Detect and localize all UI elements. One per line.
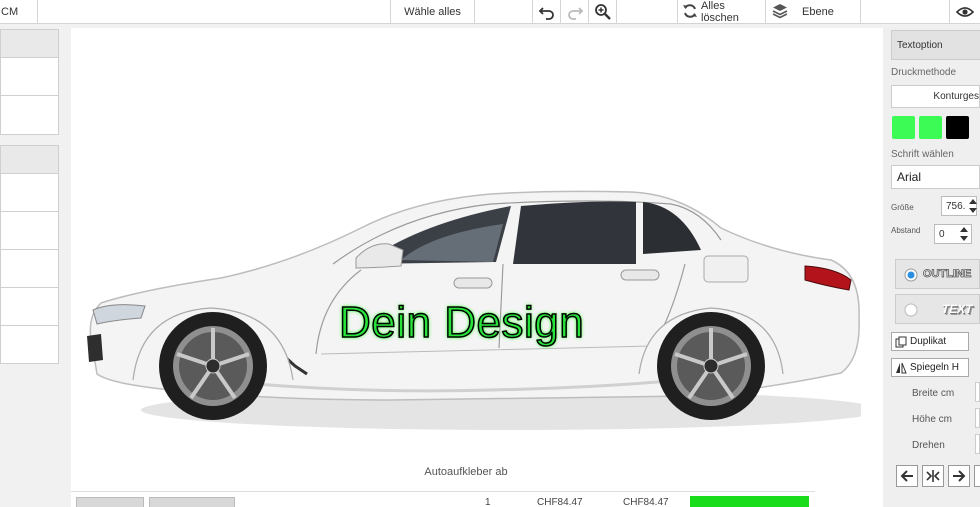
canvas-caption: Autoaufkleber ab: [424, 466, 508, 478]
spacing-value: 0: [939, 228, 945, 240]
stepper-arrows-icon[interactable]: [958, 225, 970, 246]
rotate-label: Drehen: [912, 440, 945, 451]
eye-icon[interactable]: [950, 0, 980, 24]
quantity-value: 1: [485, 497, 491, 507]
front-wheel: [159, 312, 267, 420]
mirror-icon: [896, 362, 907, 373]
car-image: [87, 190, 861, 430]
toolbar-spacer: [38, 0, 391, 24]
copy-icon: [895, 336, 907, 347]
height-label: Höhe cm: [912, 414, 953, 425]
print-method-select[interactable]: Konturges: [891, 85, 980, 108]
left-panel-item[interactable]: [0, 173, 59, 212]
left-panel-item[interactable]: [0, 95, 59, 135]
select-all-button[interactable]: Wähle alles: [391, 0, 475, 24]
text-style-label: TEXT: [940, 302, 975, 316]
order-option-button[interactable]: [149, 497, 235, 507]
duplicate-label: Duplikat: [910, 336, 947, 347]
left-panel-item[interactable]: [0, 287, 59, 326]
color-swatch[interactable]: [919, 116, 942, 139]
layers-icon: [772, 3, 788, 22]
left-panel-item[interactable]: [0, 57, 59, 96]
unit-label: CM: [0, 0, 38, 24]
left-panel: [0, 29, 59, 507]
extra-button[interactable]: [974, 465, 980, 487]
unit-price: CHF84.47: [537, 497, 583, 507]
order-option-button[interactable]: [76, 497, 144, 507]
width-input[interactable]: [975, 382, 980, 402]
size-label: Größe: [891, 203, 914, 212]
text-option-button[interactable]: TEXT: [895, 294, 980, 324]
arrow-left-icon: [900, 470, 913, 482]
stepper-arrows-icon[interactable]: [967, 197, 979, 218]
layer-button[interactable]: Ebene: [766, 0, 861, 24]
toolbar-blank-cell: [617, 0, 678, 24]
toolbar-blank-cell: [475, 0, 533, 24]
size-value: 756.: [946, 200, 966, 212]
mirror-label: Spiegeln H: [910, 362, 959, 373]
layer-label: Ebene: [802, 6, 834, 18]
center-button[interactable]: [922, 465, 944, 487]
duplicate-button[interactable]: Duplikat: [891, 332, 969, 351]
height-input[interactable]: [975, 408, 980, 428]
left-panel-item[interactable]: [0, 211, 59, 250]
refresh-icon: [682, 3, 698, 22]
mirror-button[interactable]: Spiegeln H: [891, 358, 969, 377]
rotate-input[interactable]: [975, 434, 980, 454]
order-row: 1 CHF84.47 CHF84.47: [71, 491, 815, 507]
toolbar-blank-cell: [861, 0, 950, 24]
left-panel-header: [0, 145, 59, 174]
width-label: Breite cm: [912, 388, 955, 399]
total-price: CHF84.47: [623, 497, 669, 507]
color-swatch[interactable]: [946, 116, 969, 139]
add-to-cart-button[interactable]: [690, 496, 809, 507]
color-swatch[interactable]: [892, 116, 915, 139]
center-arrows-icon: [926, 470, 940, 482]
tab-text-options[interactable]: Textoption: [891, 30, 980, 60]
outline-label: OUTLINE: [923, 268, 972, 281]
print-method-label: Druckmethode: [891, 67, 957, 78]
font-select[interactable]: Arial: [891, 165, 980, 189]
left-panel-header: [0, 29, 59, 58]
rear-wheel: [657, 312, 765, 420]
radio-unselected-icon: [904, 303, 918, 317]
left-panel-item[interactable]: [0, 325, 59, 364]
move-right-button[interactable]: [948, 465, 970, 487]
clear-all-label: Alles löschen: [701, 0, 739, 24]
move-left-button[interactable]: [896, 465, 918, 487]
arrow-right-icon: [953, 470, 966, 482]
redo-icon[interactable]: [561, 0, 589, 24]
right-panel: Textoption Druckmethode Konturges Schrif…: [883, 28, 980, 507]
zoom-in-icon[interactable]: [589, 0, 617, 24]
spacing-label: Abstand: [891, 226, 921, 235]
clear-all-button[interactable]: Alles löschen: [678, 0, 766, 24]
design-text-object[interactable]: Dein Design: [338, 297, 584, 348]
undo-icon[interactable]: [533, 0, 561, 24]
outline-option-button[interactable]: OUTLINE: [895, 259, 980, 289]
radio-selected-icon: [904, 268, 918, 282]
top-toolbar: CM Wähle alles Alles löschen Ebene: [0, 0, 980, 24]
left-panel-item[interactable]: [0, 249, 59, 288]
design-canvas[interactable]: Dein Design Autoaufkleber ab: [71, 28, 883, 507]
font-label: Schrift wählen: [891, 149, 954, 160]
